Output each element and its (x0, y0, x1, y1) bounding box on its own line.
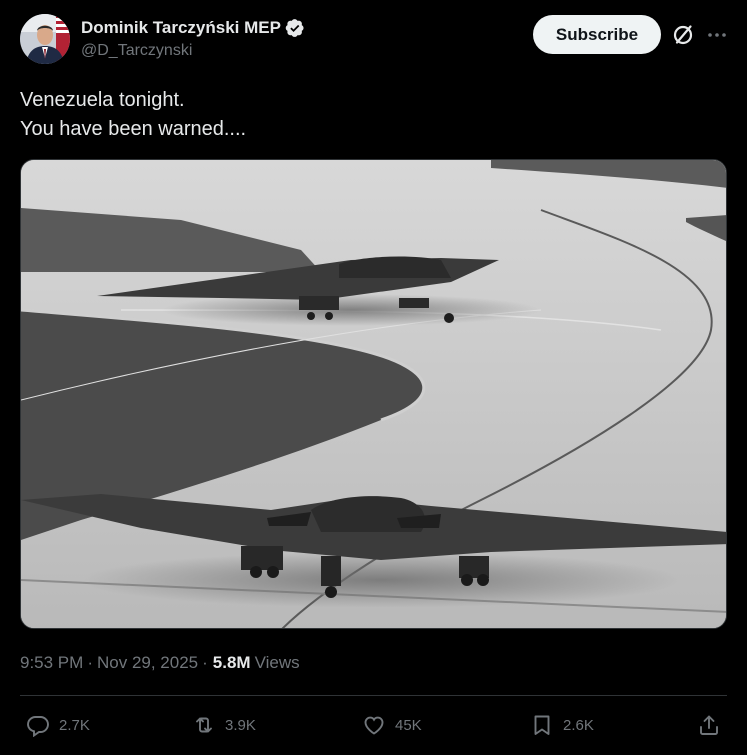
tweet-text: Venezuela tonight. You have been warned.… (20, 86, 246, 144)
views-count: 5.8M (212, 653, 251, 672)
repost-icon (196, 717, 212, 733)
subscribe-button[interactable]: Subscribe (533, 15, 661, 54)
share-icon (700, 715, 718, 735)
repost-count: 3.9K (225, 716, 256, 734)
tweet-text-line-2: You have been warned.... (20, 118, 247, 140)
more-icon[interactable] (705, 23, 729, 47)
bookmark-count: 2.6K (563, 716, 594, 734)
views-label: Views (254, 653, 300, 672)
divider (20, 695, 727, 696)
repost-button[interactable]: 3.9K (192, 711, 256, 739)
bookmark-icon (534, 715, 550, 735)
bookmark-button[interactable]: 2.6K (530, 711, 594, 739)
tweet-text-line-1: Venezuela tonight. (20, 89, 185, 111)
meta-separator-2: · (202, 653, 208, 672)
like-button[interactable]: 45K (362, 711, 422, 739)
tweet-date[interactable]: Nov 29, 2025 (97, 653, 198, 673)
author-name-row[interactable]: Dominik Tarczyński MEP (81, 17, 305, 39)
author-name[interactable]: Dominik Tarczyński MEP (81, 18, 281, 38)
heart-icon (364, 716, 384, 735)
like-count: 45K (395, 716, 422, 734)
tweet-media-image[interactable] (20, 159, 727, 629)
verified-badge-icon[interactable] (285, 18, 305, 38)
avatar[interactable] (20, 14, 70, 64)
meta-separator: · (87, 653, 93, 672)
author-handle[interactable]: @D_Tarczynski (81, 42, 192, 60)
tweet-meta: 9:53 PM · Nov 29, 2025 · 5.8M Views (20, 653, 300, 673)
reply-icon (27, 716, 49, 737)
reply-count: 2.7K (59, 716, 90, 734)
share-button[interactable] (697, 711, 721, 739)
reply-button[interactable]: 2.7K (26, 711, 90, 739)
bombers-photo (21, 160, 726, 628)
grok-icon[interactable] (671, 23, 695, 47)
tweet-time[interactable]: 9:53 PM (20, 653, 83, 673)
avatar-image (20, 14, 70, 64)
